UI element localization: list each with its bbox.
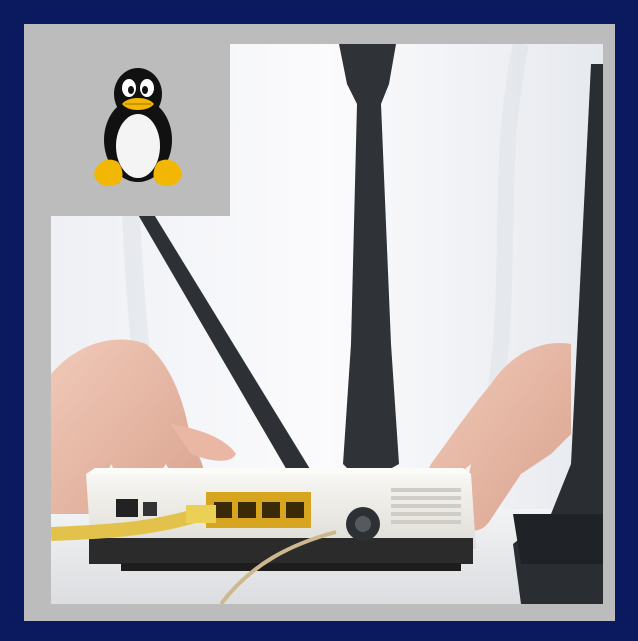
outer-border	[0, 0, 638, 641]
tux-penguin-icon	[94, 68, 182, 186]
inner-frame	[24, 24, 615, 621]
logo-panel	[48, 44, 230, 216]
